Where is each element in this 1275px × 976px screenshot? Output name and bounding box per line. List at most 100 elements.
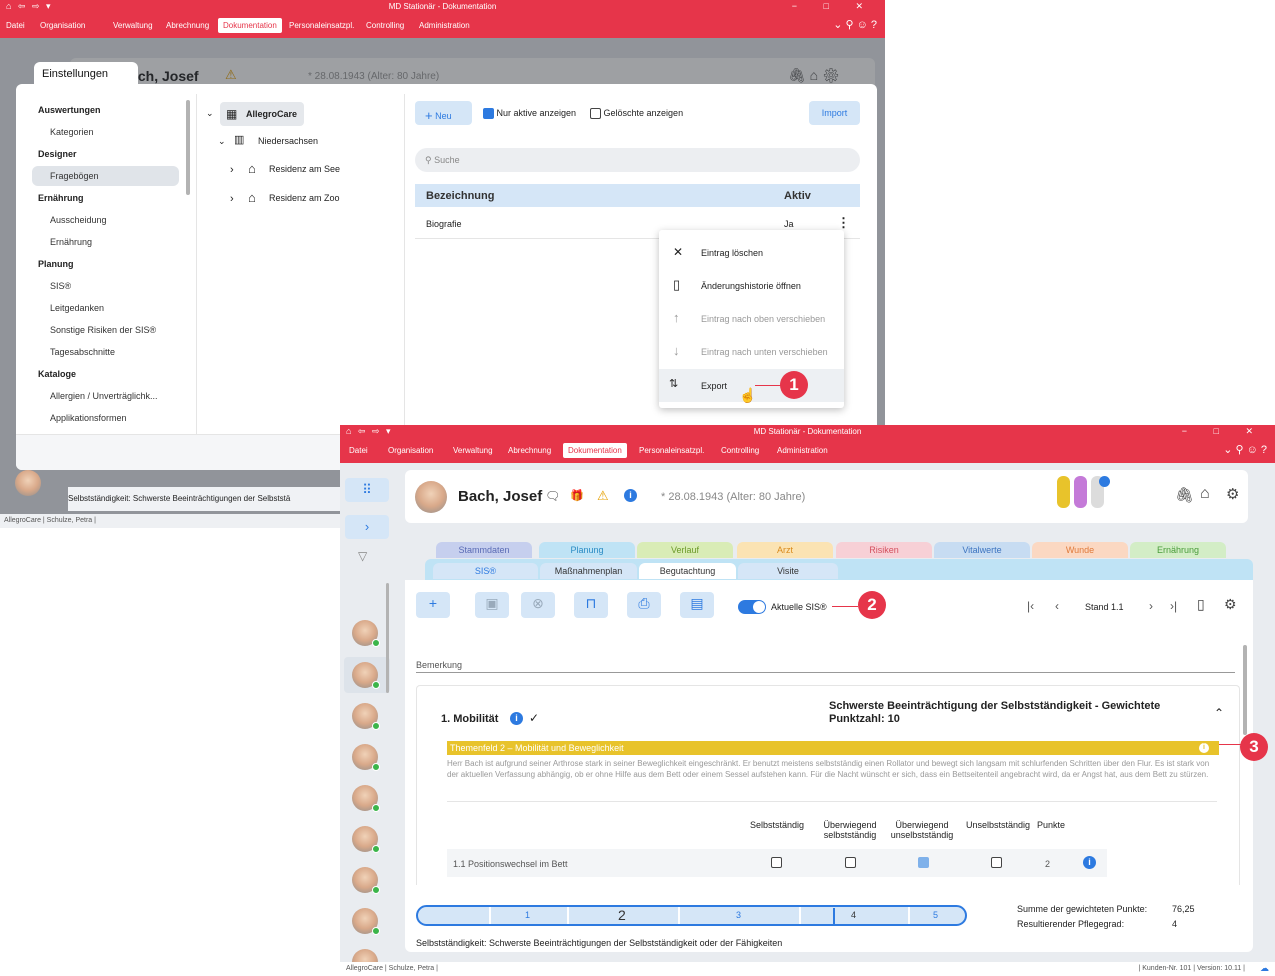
tree-expand-icon[interactable]: ›	[230, 164, 234, 176]
info-icon[interactable]: i	[624, 489, 637, 502]
tab-planung[interactable]: Planung	[539, 542, 635, 558]
history-icon[interactable]: ▯	[1197, 596, 1205, 613]
nav-item[interactable]: Sonstige Risiken der SIS®	[32, 320, 179, 340]
grid-menu-icon[interactable]: ⠿	[345, 478, 389, 502]
avatar[interactable]	[352, 867, 380, 894]
print-button[interactable]: ⎙	[627, 592, 661, 618]
tab-vitalwerte[interactable]: Vitalwerte	[934, 542, 1030, 558]
comment-icon[interactable]: 🗨	[545, 489, 560, 503]
nav-item[interactable]: SIS®	[32, 276, 179, 296]
next-page-icon[interactable]: ›	[1149, 599, 1153, 613]
menu-abrechnung[interactable]: Abrechnung	[166, 21, 209, 30]
chevron-up-icon[interactable]: ⌃	[1214, 706, 1224, 720]
menu-datei[interactable]: Datei	[6, 21, 25, 30]
lock-button[interactable]: ⊓	[574, 592, 608, 618]
menu-right-icons[interactable]: ⌄ ⚲ ☺ ?	[1223, 443, 1267, 456]
search-input[interactable]: ⚲ Suche	[415, 148, 860, 172]
menu-administration[interactable]: Administration	[419, 21, 470, 30]
delete-button[interactable]: ▤	[680, 592, 714, 618]
filter-icon[interactable]: ▽	[358, 549, 367, 563]
window-controls[interactable]: − □ ✕	[792, 1, 875, 12]
tree-collapse-icon[interactable]: ⌄	[218, 136, 226, 147]
info-icon[interactable]: i	[1199, 743, 1209, 753]
sidebar-scrollbar[interactable]	[386, 583, 389, 693]
tab-verlauf[interactable]: Verlauf	[637, 542, 733, 558]
nav-item[interactable]: Fragebögen	[32, 166, 179, 186]
tree-home-label[interactable]: Residenz am Zoo	[269, 193, 340, 203]
tab-sis[interactable]: SIS®	[433, 563, 538, 579]
menu-right-icons[interactable]: ⌄ ⚲ ☺ ?	[833, 18, 877, 31]
tab-ernhrung[interactable]: Ernährung	[1130, 542, 1226, 558]
col-aktiv[interactable]: Aktiv	[784, 190, 811, 202]
menu-dokumentation[interactable]: Dokumentation	[563, 443, 627, 458]
nav-item[interactable]: Applikationsformen	[32, 408, 179, 428]
patient-avatar[interactable]	[415, 481, 447, 513]
col-bezeichnung[interactable]: Bezeichnung	[426, 190, 494, 202]
aktuelle-sis-toggle[interactable]	[738, 600, 766, 614]
vials-icon[interactable]	[1057, 476, 1113, 510]
first-page-icon[interactable]: |‹	[1027, 599, 1034, 613]
import-button[interactable]: Import	[809, 101, 860, 125]
menu-personaleinsatz[interactable]: Personaleinsatzpl.	[289, 21, 354, 30]
show-deleted-checkbox[interactable]: Gelöschte anzeigen	[590, 108, 683, 120]
radio-selbststaendig[interactable]	[771, 857, 782, 868]
tab-risiken[interactable]: Risiken	[836, 542, 932, 558]
radio-ueberwiegend-selbst[interactable]	[845, 857, 856, 868]
tab-arzt[interactable]: Arzt	[737, 542, 833, 558]
radio-unselbststaendig[interactable]	[991, 857, 1002, 868]
avatar[interactable]	[352, 908, 380, 935]
menu-item-move-down[interactable]: ↓ Eintrag nach unten verschieben	[659, 335, 844, 368]
nav-scrollbar[interactable]	[186, 100, 190, 195]
avatar[interactable]	[352, 744, 380, 771]
settings-tab[interactable]: Einstellungen	[34, 62, 138, 90]
radio-ueberwiegend-unselbst[interactable]	[918, 857, 929, 868]
avatar[interactable]	[352, 703, 380, 730]
nav-item[interactable]: Kategorien	[32, 122, 179, 142]
menu-verwaltung[interactable]: Verwaltung	[453, 446, 493, 455]
menu-controlling[interactable]: Controlling	[366, 21, 404, 30]
home-icon[interactable]: ⌂	[1200, 485, 1210, 503]
last-page-icon[interactable]: ›|	[1170, 599, 1177, 613]
menu-administration[interactable]: Administration	[777, 446, 828, 455]
nav-item[interactable]: Leitgedanken	[32, 298, 179, 318]
avatar[interactable]	[15, 470, 41, 496]
only-active-checkbox[interactable]: Nur aktive anzeigen	[483, 108, 576, 120]
cloud-icon[interactable]: ☁	[1260, 963, 1269, 974]
prev-page-icon[interactable]: ‹	[1055, 599, 1059, 613]
tree-collapse-icon[interactable]: ⌄	[206, 108, 214, 119]
window-controls[interactable]: − □ ✕	[1182, 426, 1265, 437]
tab-wunde[interactable]: Wunde	[1032, 542, 1128, 558]
avatar[interactable]	[352, 662, 380, 689]
expand-sidebar-icon[interactable]: ›	[345, 515, 389, 539]
gear-icon[interactable]: ⚙	[1224, 596, 1237, 613]
add-button[interactable]: +	[416, 592, 450, 618]
info-icon[interactable]: i	[1083, 856, 1096, 869]
nav-item[interactable]: Ernährung	[32, 232, 179, 252]
save-button[interactable]: ▣	[475, 592, 509, 618]
tree-region-label[interactable]: Niedersachsen	[258, 136, 318, 146]
tab-massnahmenplan[interactable]: Maßnahmenplan	[540, 563, 637, 579]
warning-icon[interactable]: ⚠	[597, 488, 609, 504]
bemerkung-input[interactable]	[416, 672, 1235, 673]
menu-organisation[interactable]: Organisation	[40, 21, 85, 30]
tree-home-label[interactable]: Residenz am See	[269, 164, 340, 174]
menu-item-move-up[interactable]: ↑ Eintrag nach oben verschieben	[659, 302, 844, 335]
nav-item[interactable]: Tagesabschnitte	[32, 342, 179, 362]
attachment-icon[interactable]: 🖇	[1175, 486, 1194, 504]
new-button[interactable]: + Neu	[415, 101, 472, 125]
more-vert-icon[interactable]: ⋮	[837, 215, 850, 231]
menu-abrechnung[interactable]: Abrechnung	[508, 446, 551, 455]
menu-verwaltung[interactable]: Verwaltung	[113, 21, 153, 30]
tab-stammdaten[interactable]: Stammdaten	[436, 542, 532, 558]
tab-visite[interactable]: Visite	[738, 563, 838, 579]
avatar[interactable]	[352, 785, 380, 812]
menu-item-export[interactable]: ⇅ Export ☝	[659, 369, 844, 403]
menu-item-history[interactable]: ▯ Änderungshistorie öffnen	[659, 269, 844, 302]
menu-personaleinsatz[interactable]: Personaleinsatzpl.	[639, 446, 704, 455]
menu-controlling[interactable]: Controlling	[721, 446, 759, 455]
content-scrollbar[interactable]	[1243, 645, 1247, 735]
menu-dokumentation[interactable]: Dokumentation	[218, 18, 282, 33]
menu-organisation[interactable]: Organisation	[388, 446, 433, 455]
gear-icon[interactable]: ⚙	[1226, 485, 1239, 503]
cancel-button[interactable]: ⊗	[521, 592, 555, 618]
